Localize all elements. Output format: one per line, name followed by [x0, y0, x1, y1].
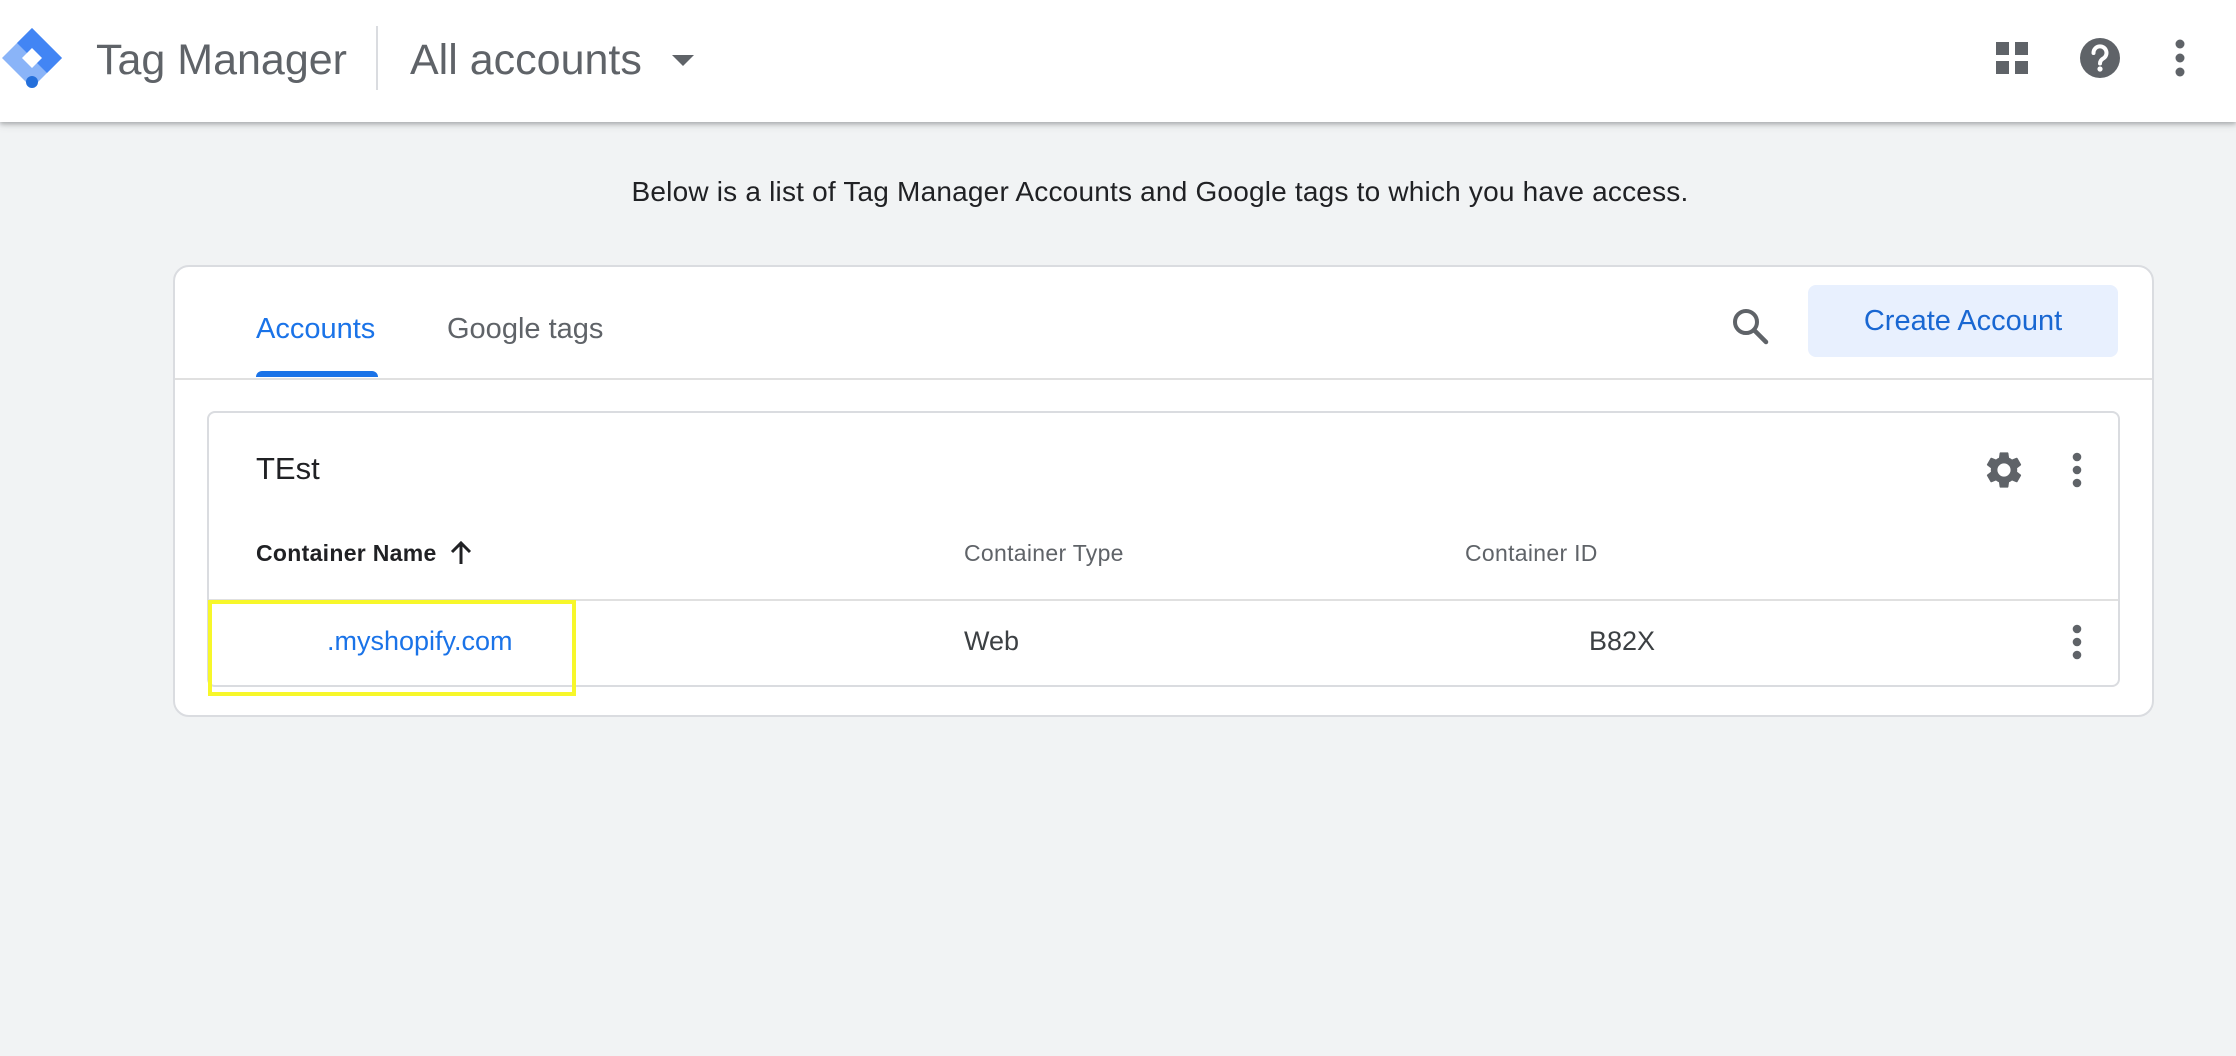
- apps-grid-icon[interactable]: [1984, 30, 2040, 86]
- highlight-annotation-box: [208, 600, 576, 696]
- column-header-container-type[interactable]: Container Type: [964, 537, 1124, 569]
- account-switcher-label: All accounts: [410, 35, 642, 84]
- container-type-cell: Web: [964, 626, 1020, 656]
- column-header-container-name[interactable]: Container Name: [256, 537, 473, 569]
- tag-manager-logo-icon[interactable]: [0, 26, 64, 90]
- sort-ascending-arrow-icon: [449, 540, 473, 566]
- account-name: TEst: [256, 451, 320, 486]
- top-app-bar: Tag Manager All accounts: [0, 0, 2236, 122]
- account-switcher[interactable]: All accounts: [410, 28, 694, 92]
- tabs-row: Accounts Google tags Create Account: [175, 267, 2152, 380]
- help-icon[interactable]: [2072, 30, 2128, 86]
- create-account-button[interactable]: Create Account: [1808, 285, 2118, 357]
- intro-text: Below is a list of Tag Manager Accounts …: [631, 176, 1689, 207]
- column-header-label: Container Name: [256, 540, 437, 566]
- product-name: Tag Manager: [96, 36, 347, 84]
- gear-icon[interactable]: [1979, 445, 2029, 495]
- topbar-divider: [376, 26, 378, 90]
- row-more-vert-icon[interactable]: [2057, 617, 2097, 667]
- container-id-cell: B82X: [1589, 626, 1656, 656]
- tab-accounts[interactable]: Accounts: [256, 309, 375, 349]
- active-tab-indicator: [256, 371, 378, 377]
- column-header-container-id[interactable]: Container ID: [1465, 537, 1598, 569]
- account-more-vert-icon[interactable]: [2057, 445, 2097, 495]
- dropdown-caret-icon: [671, 54, 694, 66]
- more-vert-icon[interactable]: [2152, 30, 2208, 86]
- search-icon[interactable]: [1725, 301, 1775, 351]
- tab-google-tags[interactable]: Google tags: [447, 309, 603, 349]
